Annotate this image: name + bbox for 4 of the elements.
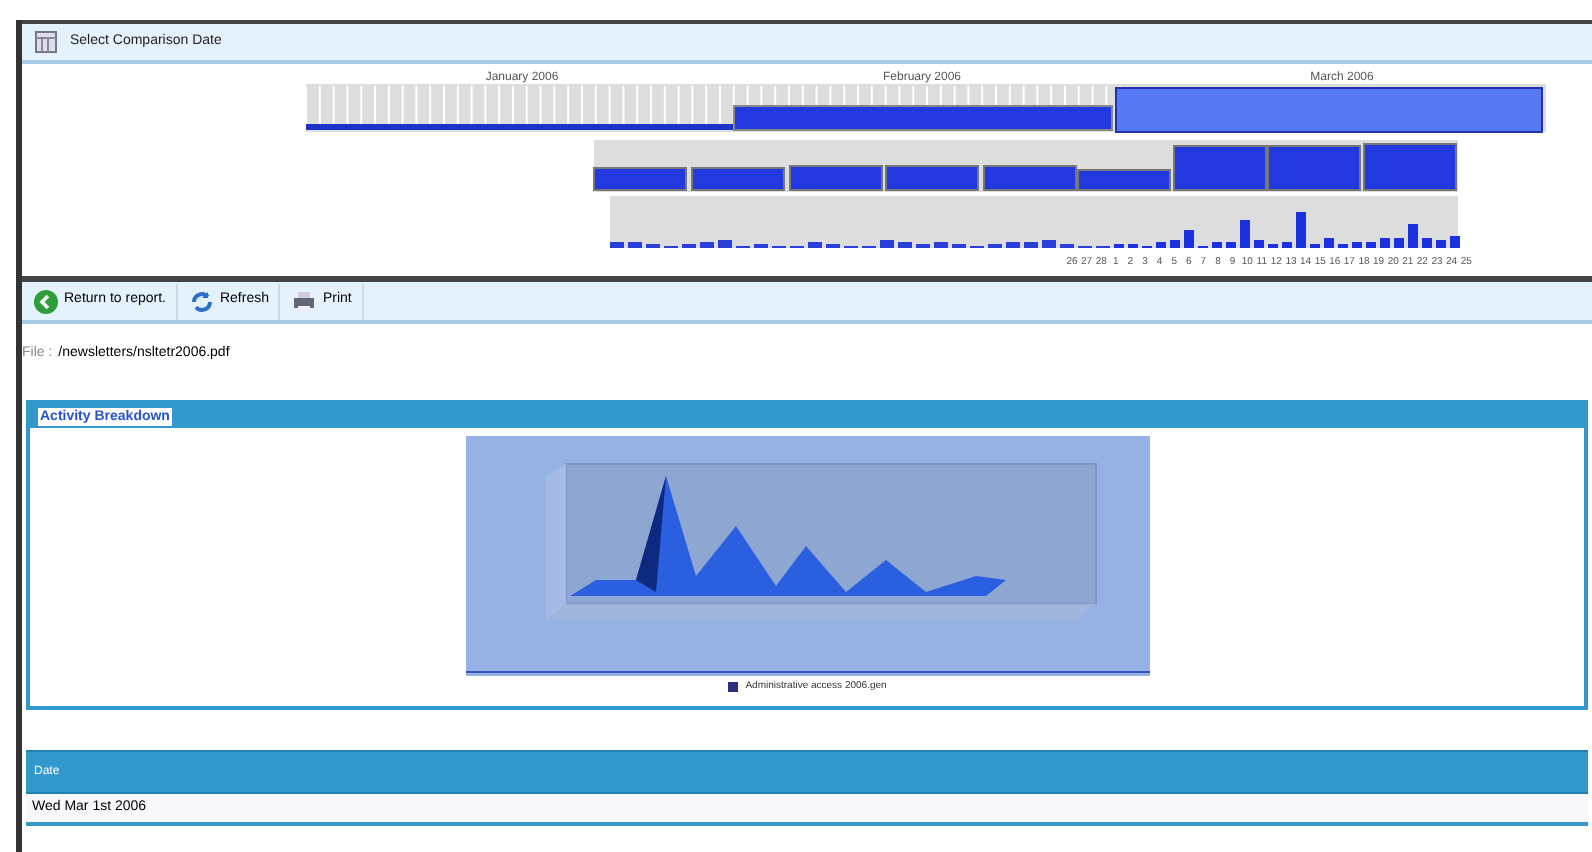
- printer-icon: [292, 289, 317, 313]
- calendar-icon: [34, 30, 58, 54]
- refresh-icon: [189, 289, 214, 313]
- legend-swatch-icon: [727, 682, 738, 693]
